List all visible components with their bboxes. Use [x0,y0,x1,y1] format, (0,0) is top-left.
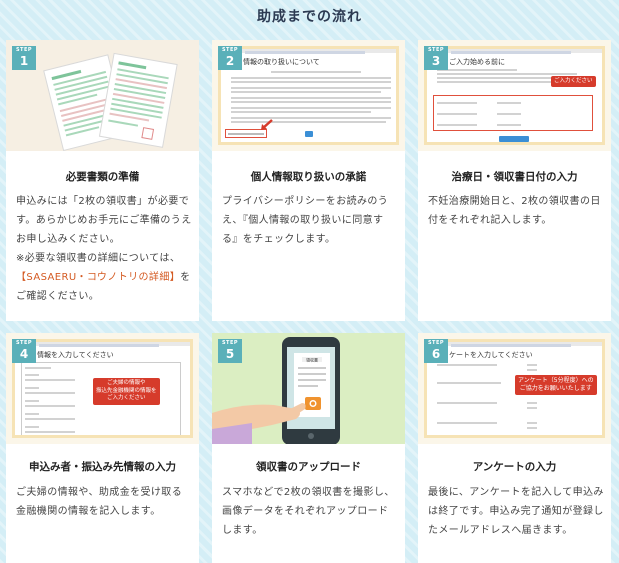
survey-callout: アンケート（5分程度）への ご協力をお願いいたします [515,375,597,395]
step-title: 申込み者・振込み先情報の入力 [29,461,176,473]
step-title: 治療日・領収書日付の入力 [451,171,578,183]
step-badge: STEP 3 [424,46,448,70]
step-badge: STEP 6 [424,339,448,363]
step-badge: STEP 4 [12,339,36,363]
step-card-1: STEP 1 必要書類の準備 申込みには「2枚の領収書」が必要です。あらかじめお… [6,40,199,321]
step-badge: STEP 5 [218,339,242,363]
step-description: ご夫婦の情報や、助成金を受け取る金融機関の情報を記入します。 [16,487,183,517]
step-card-2: 情報の取り扱いについて STEP 2 個人情報取り扱いの承諾 プライバシーポリシ… [212,40,405,321]
step-description: 不妊治療開始日と、2枚の領収書の日付をそれぞれ記入します。 [428,196,601,226]
step-title: アンケートの入力 [472,461,557,473]
step-title: 必要書類の準備 [65,171,140,183]
receipt-label: 領収書 [306,357,318,363]
step-card-6: ケートを入力してください アンケート（5分程度）への ご協力をお願いいたします … [418,333,611,563]
step-badge: STEP 1 [12,46,36,70]
input-callout: ご夫婦の情報や 振込先金融機関の情報を ご入力ください [93,378,160,405]
input-callout: ご入力ください [551,76,596,87]
step-description: スマホなどで2枚の領収書を撮影し、画像データをそれぞれアップロードします。 [222,487,395,536]
step-card-5: 領収書 STEP 5 領収書のアップロード スマホなどで2枚の領収書を撮影し、画… [212,333,405,563]
step-title: 領収書のアップロード [256,461,361,473]
step-badge: STEP 2 [218,46,242,70]
step-description: 申込みには「2枚の領収書」が必要です。あらかじめお手元にご準備のうえお申し込みく… [16,196,192,302]
step-title: 個人情報取り扱いの承諾 [250,171,367,183]
step-description: プライバシーポリシーをお読みのうえ、『個人情報の取り扱いに同意する』をチェックし… [222,196,389,245]
details-link[interactable]: 【SASAERU・コウノトリの詳細】 [16,272,180,283]
page-title: 助成までの流れ [257,9,362,25]
step-card-4: 情報を入力してください ご夫婦の情報や 振込先金融機関の情報を ご入力ください … [6,333,199,563]
step-card-3: ご入力始める前に ご入力ください STEP 3 治療日・領収書日付の入力 不妊治… [418,40,611,321]
step-description: 最後に、アンケートを記入して申込みは終了です。申込み完了通知が登録したメールアド… [428,487,604,536]
